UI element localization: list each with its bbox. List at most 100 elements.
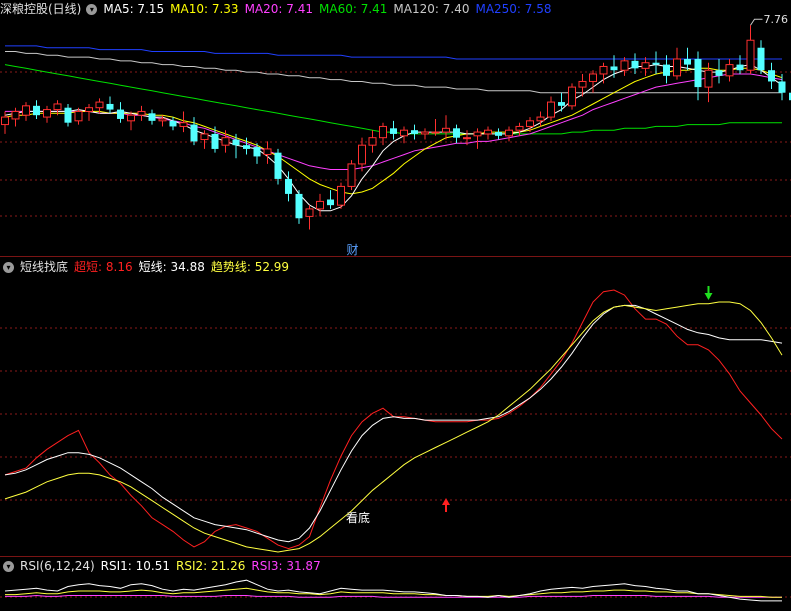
indicator-chart[interactable]: 看底 [0, 258, 791, 556]
candle-body-up [704, 69, 713, 88]
candle-body-down [106, 103, 114, 110]
candle-body-down [327, 199, 334, 206]
candle-body-up [746, 39, 755, 71]
ma10-label: MA10: 7.33 [170, 2, 239, 16]
settings-gear-icon[interactable]: ▾ [86, 4, 98, 15]
candle-body-up [505, 129, 513, 137]
candle-body-up [95, 101, 104, 109]
candle-body-down [631, 60, 639, 69]
rsi-settings-icon[interactable]: ▾ [3, 561, 14, 572]
candle-body-down [495, 132, 502, 136]
stock-title: 深粮控股(日线) [0, 2, 82, 16]
short-label: 短线 [138, 260, 163, 274]
candle-body-down [778, 81, 786, 93]
candle-body-up [347, 163, 356, 187]
price-panel[interactable]: 深粮控股(日线) ▾ MA5: 7.15 MA10: 7.33 MA20: 7.41 MA… [0, 0, 791, 256]
candle-body-down [243, 145, 250, 149]
candle-body-down [295, 193, 303, 219]
indicator-line-short [4, 304, 783, 543]
candle-body-up [673, 58, 681, 77]
max-price-pointer [750, 18, 763, 26]
candle-body-up [221, 137, 230, 146]
ma60-label: MA60: 7.41 [319, 2, 388, 16]
indicator-line-trend [4, 301, 783, 553]
candle-body-up [484, 129, 492, 135]
candle-body-up [641, 62, 650, 69]
candle-body-up [599, 65, 608, 75]
rsi-name: RSI(6,12,24) [20, 559, 95, 573]
candle-body-up [526, 120, 534, 127]
candle-body-up [22, 105, 30, 116]
indicator-settings-icon[interactable]: ▾ [3, 262, 14, 273]
indicator-line-super-short [4, 289, 783, 550]
candle-body-down [64, 107, 72, 123]
candle-body-up [263, 148, 272, 156]
candle-body-up [725, 64, 734, 77]
candle-body-down [558, 102, 565, 106]
candle-body-up [316, 200, 324, 210]
candle-body-down [715, 70, 723, 76]
candle-body-up [578, 80, 587, 88]
candle-body-down [190, 124, 198, 142]
ma-line-ma250 [5, 45, 782, 60]
candle-body-up [337, 185, 345, 206]
candle-body-up [589, 73, 597, 82]
candle-body-up [127, 114, 135, 122]
super-short-value: : 8.16 [98, 260, 133, 274]
candle-body-up [536, 116, 545, 122]
candle-body-up [43, 109, 51, 118]
candle-body-up [158, 118, 167, 122]
candle-body-up [53, 103, 62, 111]
candle-body-up [515, 125, 524, 131]
candle-body-up [1, 116, 9, 126]
trend-value: : 52.99 [246, 260, 290, 274]
rsi-panel[interactable]: ▾ RSI(6,12,24) RSI1: 10.51 RSI2: 21.26 RSI3:… [0, 557, 791, 611]
candle-body-up [379, 125, 387, 139]
candle-body-down [390, 128, 397, 134]
max-price-label: 7.76 [764, 13, 789, 26]
candle-body-up [368, 137, 377, 146]
financial-report-marker: 财 [346, 243, 358, 256]
candle-body-down [117, 109, 124, 119]
candle-body-up [473, 131, 482, 137]
rsi2-label: RSI2: 21.26 [176, 559, 246, 573]
candle-body-up [358, 144, 366, 165]
candle-body-up [11, 110, 20, 120]
rsi-panel-header: ▾ RSI(6,12,24) RSI1: 10.51 RSI2: 21.26 RSI3:… [0, 557, 327, 575]
candlestick-chart[interactable]: 7.76 财 [0, 0, 791, 256]
indicator-panel[interactable]: ▾ 短线找底 超短: 8.16 短线: 34.88 趋势线: 52.99 看底 [0, 258, 791, 556]
trend-label: 趋势线 [210, 260, 247, 274]
indicator-name: 短线找底 [20, 260, 69, 274]
candle-body-down [253, 147, 261, 157]
candle-body-down [211, 133, 219, 149]
super-short-label: 超短 [74, 260, 99, 274]
rsi3-label: RSI3: 31.87 [251, 559, 321, 573]
candle-body-down [652, 62, 660, 65]
candle-body-down [285, 178, 292, 194]
price-panel-header: 深粮控股(日线) ▾ MA5: 7.15 MA10: 7.33 MA20: 7.41 MA… [0, 0, 558, 18]
candle-body-up [568, 86, 576, 107]
candle-body-down [684, 58, 691, 65]
sell-arrow-icon [704, 293, 713, 300]
candle-body-up [85, 107, 93, 112]
candle-body-up [421, 131, 429, 135]
candle-body-up [74, 110, 83, 122]
candle-body-up [442, 127, 450, 133]
candle-body-down [694, 58, 702, 88]
candle-body-down [736, 64, 744, 71]
ma120-label: MA120: 7.40 [393, 2, 470, 16]
candle-body-down [169, 120, 177, 127]
candle-body-up [179, 122, 188, 127]
candle-body-up [200, 133, 209, 141]
candle-body-up [463, 137, 471, 140]
candle-body-down [274, 152, 282, 179]
candle-body-down [663, 64, 670, 76]
candle-body-up [137, 110, 146, 116]
ma5-label: MA5: 7.15 [103, 2, 165, 16]
ma20-label: MA20: 7.41 [244, 2, 313, 16]
candle-body-up [431, 131, 440, 134]
candle-body-down [610, 66, 618, 71]
rsi1-label: RSI1: 10.51 [100, 559, 171, 573]
candle-body-up [400, 129, 408, 137]
bottom-signal-label: 看底 [346, 510, 370, 525]
